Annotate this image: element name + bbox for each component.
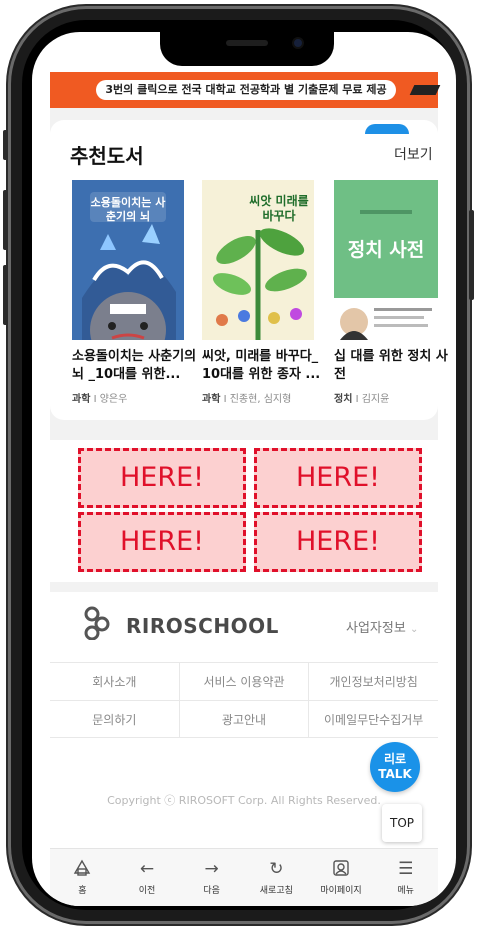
- scroll-top-button[interactable]: TOP: [382, 804, 422, 842]
- bottom-nav: 홈 ← 이전 → 다음 ↻ 새로고침 마이페이지 ☰ 메뉴: [50, 848, 438, 906]
- more-link[interactable]: 더보기: [394, 144, 433, 164]
- book-category: 정치: [334, 394, 353, 405]
- nav-home[interactable]: 홈: [50, 849, 115, 906]
- book-cover[interactable]: 씨앗 미래를 바꾸다: [202, 180, 314, 340]
- footer-link[interactable]: 서비스 이용약관: [180, 663, 310, 700]
- book-item[interactable]: 정치 사전 십 대를 위한 정치 사전 정치 I 김지윤: [334, 180, 452, 405]
- nav-back[interactable]: ← 이전: [115, 849, 180, 906]
- footer-links-row: 문의하기 광고안내 이메일무단수집거부: [50, 700, 438, 738]
- home-icon: [50, 859, 115, 879]
- footer-link[interactable]: 개인정보처리방침: [309, 663, 438, 700]
- riroschool-logo-icon: [84, 606, 110, 640]
- footer-link[interactable]: 광고안내: [180, 701, 310, 737]
- footer-links-row: 회사소개 서비스 이용약관 개인정보처리방침: [50, 662, 438, 700]
- copyright-text: Copyright ⓒ RIROSOFT Corp. All Rights Re…: [107, 794, 381, 807]
- book-category: 과학: [72, 394, 91, 405]
- nav-mypage[interactable]: 마이페이지: [309, 849, 374, 906]
- business-info-label: 사업자정보: [346, 621, 406, 636]
- nav-menu[interactable]: ☰ 메뉴: [373, 849, 438, 906]
- company-logo: RIROSCHOOL: [126, 614, 279, 638]
- arrow-left-icon: ←: [139, 859, 155, 879]
- book-item[interactable]: 소용돌이치는 사춘기의 뇌 소용돌이치는 사춘기의 뇌 _10대를 위한... …: [72, 180, 196, 405]
- talk-line2: TALK: [378, 767, 412, 781]
- book-cover[interactable]: 소용돌이치는 사춘기의 뇌: [72, 180, 184, 340]
- speaker-grille: [226, 40, 268, 46]
- power-button: [469, 210, 474, 300]
- talk-line1: 리로: [383, 752, 407, 766]
- chevron-down-icon: ⌄: [409, 624, 419, 635]
- promo-banner[interactable]: 3번의 클릭으로 전국 대학교 전공학과 별 기출문제 무료 제공: [50, 72, 441, 108]
- ad-slot[interactable]: HERE!: [254, 512, 422, 572]
- footer-link[interactable]: 회사소개: [50, 663, 180, 700]
- nav-label: 메뉴: [397, 886, 414, 896]
- footer-link[interactable]: 이메일무단수집거부: [309, 701, 438, 737]
- ad-slot[interactable]: HERE!: [254, 448, 422, 508]
- business-info-toggle[interactable]: 사업자정보 ⌄: [346, 617, 418, 636]
- book-cover[interactable]: 정치 사전: [334, 180, 446, 340]
- phone-screen: 3번의 클릭으로 전국 대학교 전공학과 별 기출문제 무료 제공 추천도서 더…: [32, 32, 456, 906]
- pencil-tip-graphic: [409, 85, 441, 95]
- notch: [160, 32, 334, 66]
- riro-talk-button[interactable]: 리로 TALK: [370, 742, 420, 792]
- floating-button-peek: [365, 124, 409, 134]
- book-author: 양은우: [99, 394, 128, 405]
- nav-label: 마이페이지: [320, 886, 362, 896]
- mypage-icon: [309, 859, 374, 879]
- nav-refresh[interactable]: ↻ 새로고침: [244, 849, 309, 906]
- mute-switch: [3, 130, 8, 160]
- book-cover-title: 소용돌이치는 사춘기의 뇌: [90, 196, 166, 223]
- nav-label: 다음: [203, 886, 220, 896]
- book-item[interactable]: 씨앗 미래를 바꾸다 씨앗, 미래를 바꾸다_ 10대를 위한 종자 ... 과…: [202, 180, 320, 405]
- menu-icon: ☰: [398, 859, 414, 879]
- book-category: 과학: [202, 394, 221, 405]
- book-meta: 과학 I 양은우: [72, 390, 190, 405]
- volume-up-button: [3, 190, 8, 250]
- refresh-icon: ↻: [269, 859, 284, 879]
- volume-down-button: [3, 265, 8, 325]
- book-title[interactable]: 십 대를 위한 정치 사전: [334, 348, 456, 384]
- ad-slot[interactable]: HERE!: [78, 512, 246, 572]
- book-meta: 과학 I 진종현, 심지형: [202, 390, 320, 405]
- book-title[interactable]: 씨앗, 미래를 바꾸다_ 10대를 위한 종자 ...: [202, 348, 327, 384]
- nav-forward[interactable]: → 다음: [179, 849, 244, 906]
- nav-label: 이전: [138, 886, 156, 896]
- footer-link[interactable]: 문의하기: [50, 701, 180, 737]
- book-title[interactable]: 소용돌이치는 사춘기의 뇌 _10대를 위한...: [72, 348, 197, 384]
- book-author: 진종현, 심지형: [229, 394, 292, 405]
- book-cover-title: 정치 사전: [347, 239, 425, 261]
- book-cover-title: 씨앗 미래를 바꾸다: [249, 194, 309, 223]
- ad-slot[interactable]: HERE!: [78, 448, 246, 508]
- book-author: 김지윤: [361, 394, 390, 405]
- section-title: 추천도서: [70, 144, 144, 168]
- arrow-right-icon: →: [204, 859, 219, 879]
- nav-label: 새로고침: [259, 886, 293, 896]
- book-meta: 정치 I 김지윤: [334, 390, 452, 405]
- nav-label: 홈: [78, 886, 87, 896]
- banner-text: 3번의 클릭으로 전국 대학교 전공학과 별 기출문제 무료 제공: [96, 80, 396, 100]
- front-camera: [292, 37, 304, 49]
